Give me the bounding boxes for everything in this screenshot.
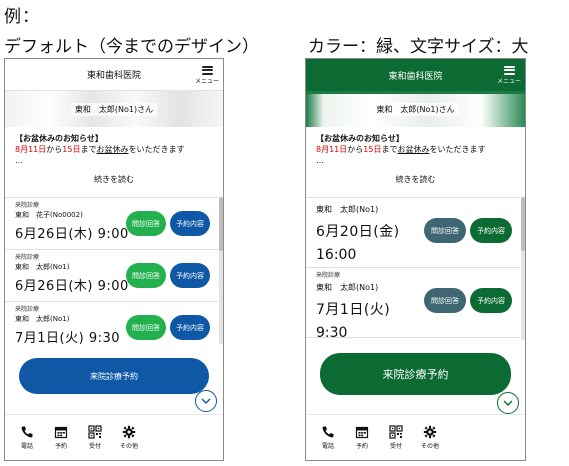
calendar-icon (54, 426, 68, 439)
tab-label: 電話 (321, 443, 334, 450)
tab-label: 予約 (355, 443, 368, 450)
notice-body: 8月11日から15日までお盆休みをいただきます (316, 144, 515, 155)
notice-date-from: 8月11日 (15, 145, 47, 154)
list-scrollbar[interactable] (521, 197, 525, 340)
patient-greeting: 東和 太郎(No1)さん (70, 102, 158, 116)
appointment-row: 来院診療 東和 太郎(No1) 7月1日(火) 9:30 問診回答 予約内容 (5, 302, 218, 344)
reservation-detail-button[interactable]: 予約内容 (470, 288, 512, 313)
appointment-dept: 来院診療 (15, 202, 40, 209)
appointment-list[interactable]: 東和 太郎(No1) 6月20日(金) 16:00 問診回答 予約内容 来院診療… (306, 197, 520, 340)
notice-holiday-word: お盆休み (96, 145, 129, 154)
notice-ellipsis: … (316, 156, 324, 165)
caption-default: デフォルト（今までのデザイン） (4, 37, 259, 57)
questionnaire-button[interactable]: 問診回答 (126, 315, 166, 340)
qr-code-icon (88, 425, 102, 439)
read-more-link[interactable]: 続きを読む (15, 174, 213, 185)
patient-banner: 東和 太郎(No1)さん (5, 91, 223, 127)
hamburger-icon (503, 65, 515, 75)
notice-until-word: まで (80, 145, 97, 154)
appointment-dept: 来院診療 (316, 272, 341, 279)
notice-date-to: 15日 (62, 145, 81, 154)
notice-date-to: 15日 (363, 145, 382, 154)
tab-reserve[interactable]: 予約 (346, 425, 378, 450)
questionnaire-button[interactable]: 問診回答 (424, 288, 466, 313)
phone-icon (322, 426, 334, 438)
gear-icon (423, 425, 437, 439)
list-scrollbar[interactable] (219, 197, 223, 344)
tab-phone[interactable]: 電話 (11, 425, 43, 450)
notice-from-word: から (46, 145, 63, 154)
chevron-down-icon (201, 398, 211, 404)
notice-body: 8月11日から15日までお盆休みをいただきます (15, 144, 213, 155)
notice-holiday-word: お盆休み (397, 145, 430, 154)
patient-greeting: 東和 太郎(No1)さん (372, 102, 459, 116)
chevron-down-icon (503, 400, 513, 406)
appointment-dept: 来院診療 (15, 254, 40, 261)
appointment-patient: 東和 太郎(No1) (316, 205, 379, 214)
tab-label: その他 (119, 443, 138, 450)
phone-default: 東和歯科医院 メニュー 東和 太郎(No1)さん 【お盆休みのお知らせ】 8月1… (4, 58, 224, 461)
tab-label: 電話 (20, 443, 33, 450)
scroll-down-button[interactable] (497, 392, 519, 414)
appointment-dept: 来院診療 (15, 306, 40, 313)
appointment-row: 来院診療 東和 太郎(No1) 6月26日(木) 9:00 問診回答 予約内容 (5, 250, 218, 302)
notice-from-word: から (347, 145, 364, 154)
notice-rest: をいただきます (429, 145, 486, 154)
caption-green: カラー：緑、文字サイズ：大 (308, 37, 529, 57)
questionnaire-button[interactable]: 問診回答 (126, 211, 166, 236)
notice: 【お盆休みのお知らせ】 8月11日から15日までお盆休みをいただきます … 続き… (5, 127, 223, 197)
notice-rest: をいただきます (128, 145, 185, 154)
phone-icon (21, 426, 33, 438)
notice-date-from: 8月11日 (316, 145, 348, 154)
tab-phone[interactable]: 電話 (312, 425, 344, 450)
scroll-down-button[interactable] (195, 390, 217, 412)
notice-title: 【お盆休みのお知らせ】 (316, 134, 404, 143)
reservation-detail-button[interactable]: 予約内容 (170, 315, 210, 340)
tab-label: 予約 (54, 443, 67, 450)
reservation-detail-button[interactable]: 予約内容 (170, 263, 210, 288)
tab-reserve[interactable]: 予約 (45, 425, 77, 450)
clinic-name: 東和歯科医院 (86, 71, 141, 81)
hamburger-icon (201, 65, 213, 75)
calendar-icon (355, 426, 369, 439)
appointment-row: 来院診療 東和 花子(No0002) 6月26日(木) 9:00 問診回答 予約… (5, 198, 218, 250)
appointment-row: 東和 太郎(No1) 6月20日(金) 16:00 問診回答 予約内容 (306, 198, 520, 268)
tab-reception[interactable]: 受付 (380, 425, 412, 450)
appointment-time: 9:30 (316, 325, 348, 340)
menu-label: メニュー (497, 77, 522, 85)
qr-code-icon (389, 425, 403, 439)
appointment-list[interactable]: 来院診療 東和 花子(No0002) 6月26日(木) 9:00 問診回答 予約… (5, 197, 218, 344)
book-visit-button[interactable]: 来院診療予約 (19, 358, 209, 394)
tab-bar: 電話 予約 受付 その他 (5, 414, 223, 460)
app-header: 東和歯科医院 メニュー (306, 59, 525, 91)
menu-button[interactable]: メニュー (497, 63, 521, 87)
reservation-detail-button[interactable]: 予約内容 (170, 211, 210, 236)
menu-button[interactable]: メニュー (195, 63, 219, 87)
app-header: 東和歯科医院 メニュー (5, 59, 223, 91)
appointment-time: 16:00 (316, 247, 357, 263)
questionnaire-button[interactable]: 問診回答 (424, 218, 466, 243)
read-more-link[interactable]: 続きを読む (316, 174, 515, 185)
tab-label: その他 (420, 443, 439, 450)
gear-icon (122, 425, 136, 439)
menu-label: メニュー (195, 77, 220, 85)
book-visit-button[interactable]: 来院診療予約 (320, 353, 511, 395)
patient-banner: 東和 太郎(No1)さん (306, 91, 525, 127)
notice-ellipsis: … (15, 156, 23, 165)
clinic-name: 東和歯科医院 (388, 71, 443, 82)
tab-label: 受付 (88, 443, 101, 450)
notice: 【お盆休みのお知らせ】 8月11日から15日までお盆休みをいただきます … 続き… (306, 127, 525, 197)
questionnaire-button[interactable]: 問診回答 (126, 263, 166, 288)
tab-label: 受付 (389, 443, 402, 450)
tab-reception[interactable]: 受付 (79, 425, 111, 450)
tab-bar: 電話 予約 受付 その他 (306, 414, 525, 460)
notice-title: 【お盆休みのお知らせ】 (15, 134, 103, 143)
reservation-detail-button[interactable]: 予約内容 (470, 218, 512, 243)
page-heading: 例： (4, 7, 40, 27)
tab-other[interactable]: その他 (113, 425, 145, 450)
tab-other[interactable]: その他 (414, 425, 446, 450)
appointment-row: 来院診療 東和 太郎(No1) 7月1日(火) 9:30 問診回答 予約内容 (306, 268, 520, 340)
phone-green: 東和歯科医院 メニュー 東和 太郎(No1)さん 【お盆休みのお知らせ】 8月1… (305, 58, 526, 461)
notice-until-word: まで (381, 145, 398, 154)
